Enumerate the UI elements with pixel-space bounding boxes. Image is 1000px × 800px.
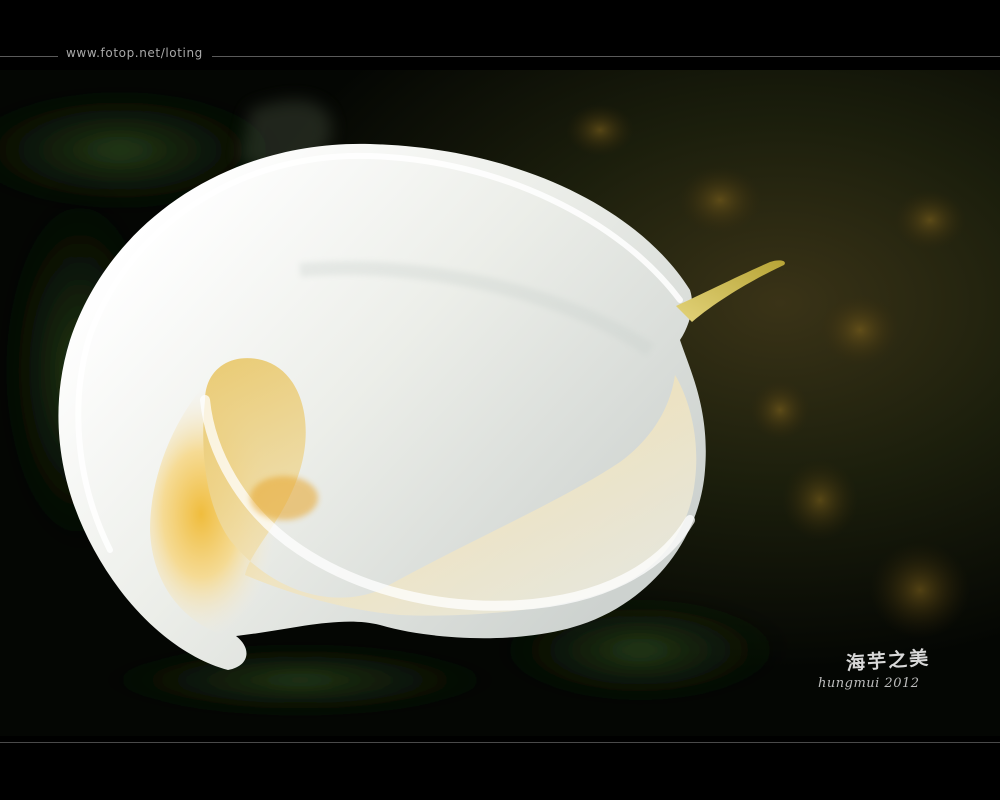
photographer-watermark: 海芋之美 hungmui 2012	[818, 644, 948, 704]
watermark-title: 海芋之美	[845, 647, 931, 675]
calla-lily-icon	[0, 70, 1000, 736]
top-divider-right	[212, 56, 1000, 57]
calla-lily-photo	[0, 70, 1000, 736]
bottom-divider	[0, 742, 1000, 743]
site-url-caption: www.fotop.net/loting	[66, 46, 203, 60]
photo-frame: www.fotop.net/loting 海芋之美 hungmui 2012	[0, 0, 1000, 800]
top-divider-left	[0, 56, 58, 57]
watermark-signature: hungmui 2012	[818, 676, 920, 691]
